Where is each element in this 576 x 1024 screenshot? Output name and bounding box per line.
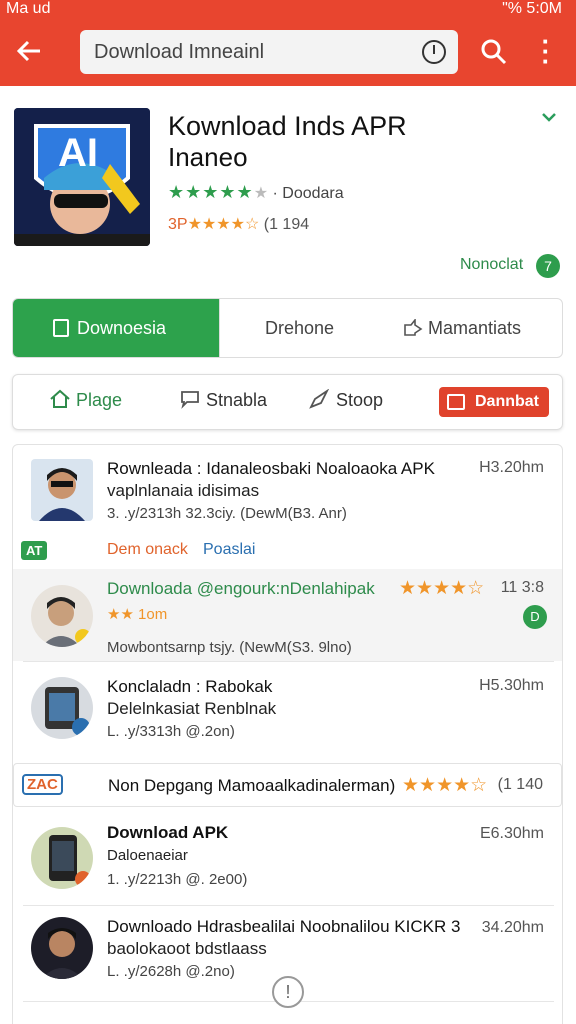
status-bar: Ma ud "% 5:0M — [0, 0, 576, 20]
status-badge: D — [523, 605, 547, 629]
item-subtitle: vaplnlanaia idisimas — [107, 481, 260, 500]
avatar — [31, 917, 93, 979]
item-meta: 1. .y/2213h @. 2e00) — [107, 871, 248, 888]
svg-text:AI: AI — [58, 131, 98, 175]
tag-link[interactable]: Poaslai — [203, 541, 255, 559]
avatar — [31, 585, 93, 647]
item-count: (1 140 — [497, 776, 543, 793]
notice-badge: 7 — [536, 254, 560, 278]
item-count: 11 3:8 — [500, 579, 544, 596]
rating-stars: ★★★★★ — [168, 182, 254, 202]
item-time: E6.30hm — [479, 825, 544, 842]
download-list: Rownleada : Idanaleosbaki Noaloaoka APK … — [12, 444, 563, 1024]
chat-icon — [181, 391, 199, 409]
divider — [23, 905, 554, 906]
list-item[interactable]: Downloada @engourk:nDenlahipak ★★★★☆ 11 … — [13, 569, 562, 661]
download-icon — [447, 394, 465, 410]
item-title: Download APK — [107, 823, 229, 842]
share-icon — [403, 317, 423, 338]
avatar — [31, 827, 93, 889]
list-item[interactable]: ZAC Non Depgang Mamoaalkadinalerman) ★★★… — [13, 763, 562, 807]
status-right: "% 5:0M — [502, 0, 562, 17]
home-icon — [50, 389, 70, 408]
tool-chat[interactable]: Stnabla — [179, 389, 267, 411]
rating-secondary: 3P★★★★☆ (1 194 — [168, 214, 309, 234]
overflow-menu-icon[interactable]: · · · — [536, 28, 556, 74]
item-meta: Mowbontsarnp tsjy. (NewM(S3. 9lno) — [107, 639, 352, 656]
send-icon — [309, 388, 330, 409]
info-icon[interactable]: ! — [272, 976, 304, 1008]
item-meta: L. .y/2628h @.2no) — [107, 963, 235, 980]
item-title: Downloada @engourk:nDenlahipak — [107, 579, 375, 598]
download-segment[interactable]: Downoesia — [13, 299, 219, 357]
list-item[interactable]: Rownleada : Idanaleosbaki Noaloaoka APK … — [13, 445, 562, 535]
rating-label: · Doodara — [272, 185, 344, 202]
bookmark-icon — [53, 319, 69, 337]
app-subtitle: Inaneo — [168, 142, 248, 172]
tool-home[interactable]: Plage — [49, 389, 122, 411]
item-title: Konclaladn : Rabokak — [107, 677, 273, 696]
item-meta: L. .y/3313h @.2on) — [107, 723, 235, 740]
app-title: Kownload Inds APR — [168, 111, 407, 141]
status-left: Ma ud — [6, 0, 51, 17]
middle-segment[interactable]: Drehone — [219, 299, 379, 357]
item-time: H5.30hm — [479, 677, 544, 694]
share-segment[interactable]: Mamantiats — [403, 299, 562, 357]
tool-row: Plage Stnabla Stoop Dannbat — [12, 374, 563, 430]
divider — [23, 661, 554, 662]
action-segments: Downoesia Drehone Mamantiats — [12, 298, 563, 358]
item-subtitle: Delelnkasiat Renblnak — [107, 699, 277, 718]
item-title: Rownleada : Idanaleosbaki Noaloaoka APK — [107, 459, 435, 478]
list-item[interactable]: AT Dem onack Poaslai — [13, 535, 562, 569]
notice-link[interactable]: Nonoclat — [460, 256, 523, 274]
rating-row: ★★★★★★ · Doodara — [168, 182, 344, 203]
rating-star-empty: ★ — [253, 185, 269, 202]
rating2-stars: ★★★★☆ — [187, 216, 260, 233]
list-item[interactable]: Konclaladn : Rabokak Delelnkasiat Renbln… — [13, 663, 562, 761]
tag-badge: AT — [21, 541, 48, 560]
item-subtitle: baolokaoot bdstlaass — [107, 939, 267, 958]
tag-badge: ZAC — [22, 774, 63, 795]
search-text[interactable]: Download Imneainl — [94, 41, 264, 64]
search-input[interactable]: Download Imneainl — [80, 30, 458, 74]
app-icon: AI — [14, 108, 150, 246]
avatar — [31, 677, 93, 739]
item-title: Downloado Hdrasbealilai Noobnalilou KICK… — [107, 917, 461, 936]
item-stars: ★★★★☆ — [399, 578, 485, 599]
item-subtitle: Daloenaeiar — [107, 847, 188, 864]
history-icon[interactable] — [422, 40, 446, 64]
item-time: 34.20hm — [481, 919, 544, 936]
download-button[interactable]: Dannbat — [439, 387, 549, 417]
avatar — [31, 459, 93, 521]
chevron-down-icon[interactable] — [540, 106, 558, 132]
item-subtitle: ★★ 1om — [107, 606, 168, 623]
rating2-count: (1 194 — [263, 216, 310, 233]
item-title: Non Depgang Mamoaalkadinalerman) — [108, 776, 396, 795]
back-arrow-icon[interactable] — [14, 36, 48, 70]
item-time: H3.20hm — [479, 459, 544, 476]
tool-share[interactable]: Stoop — [309, 388, 383, 411]
rating2-prefix: 3P — [168, 216, 188, 233]
app-bar: Download Imneainl · · · — [0, 20, 576, 86]
item-meta: 3. .y/2313h 32.3ciy. (DewM(B3. Anr) — [107, 505, 347, 522]
item-stars: ★★★★☆ — [402, 775, 488, 796]
tag-label: Dem onack — [107, 541, 188, 558]
list-item[interactable]: Download APK Daloenaeiar 1. .y/2213h @. … — [13, 811, 562, 903]
search-icon[interactable] — [480, 38, 508, 66]
